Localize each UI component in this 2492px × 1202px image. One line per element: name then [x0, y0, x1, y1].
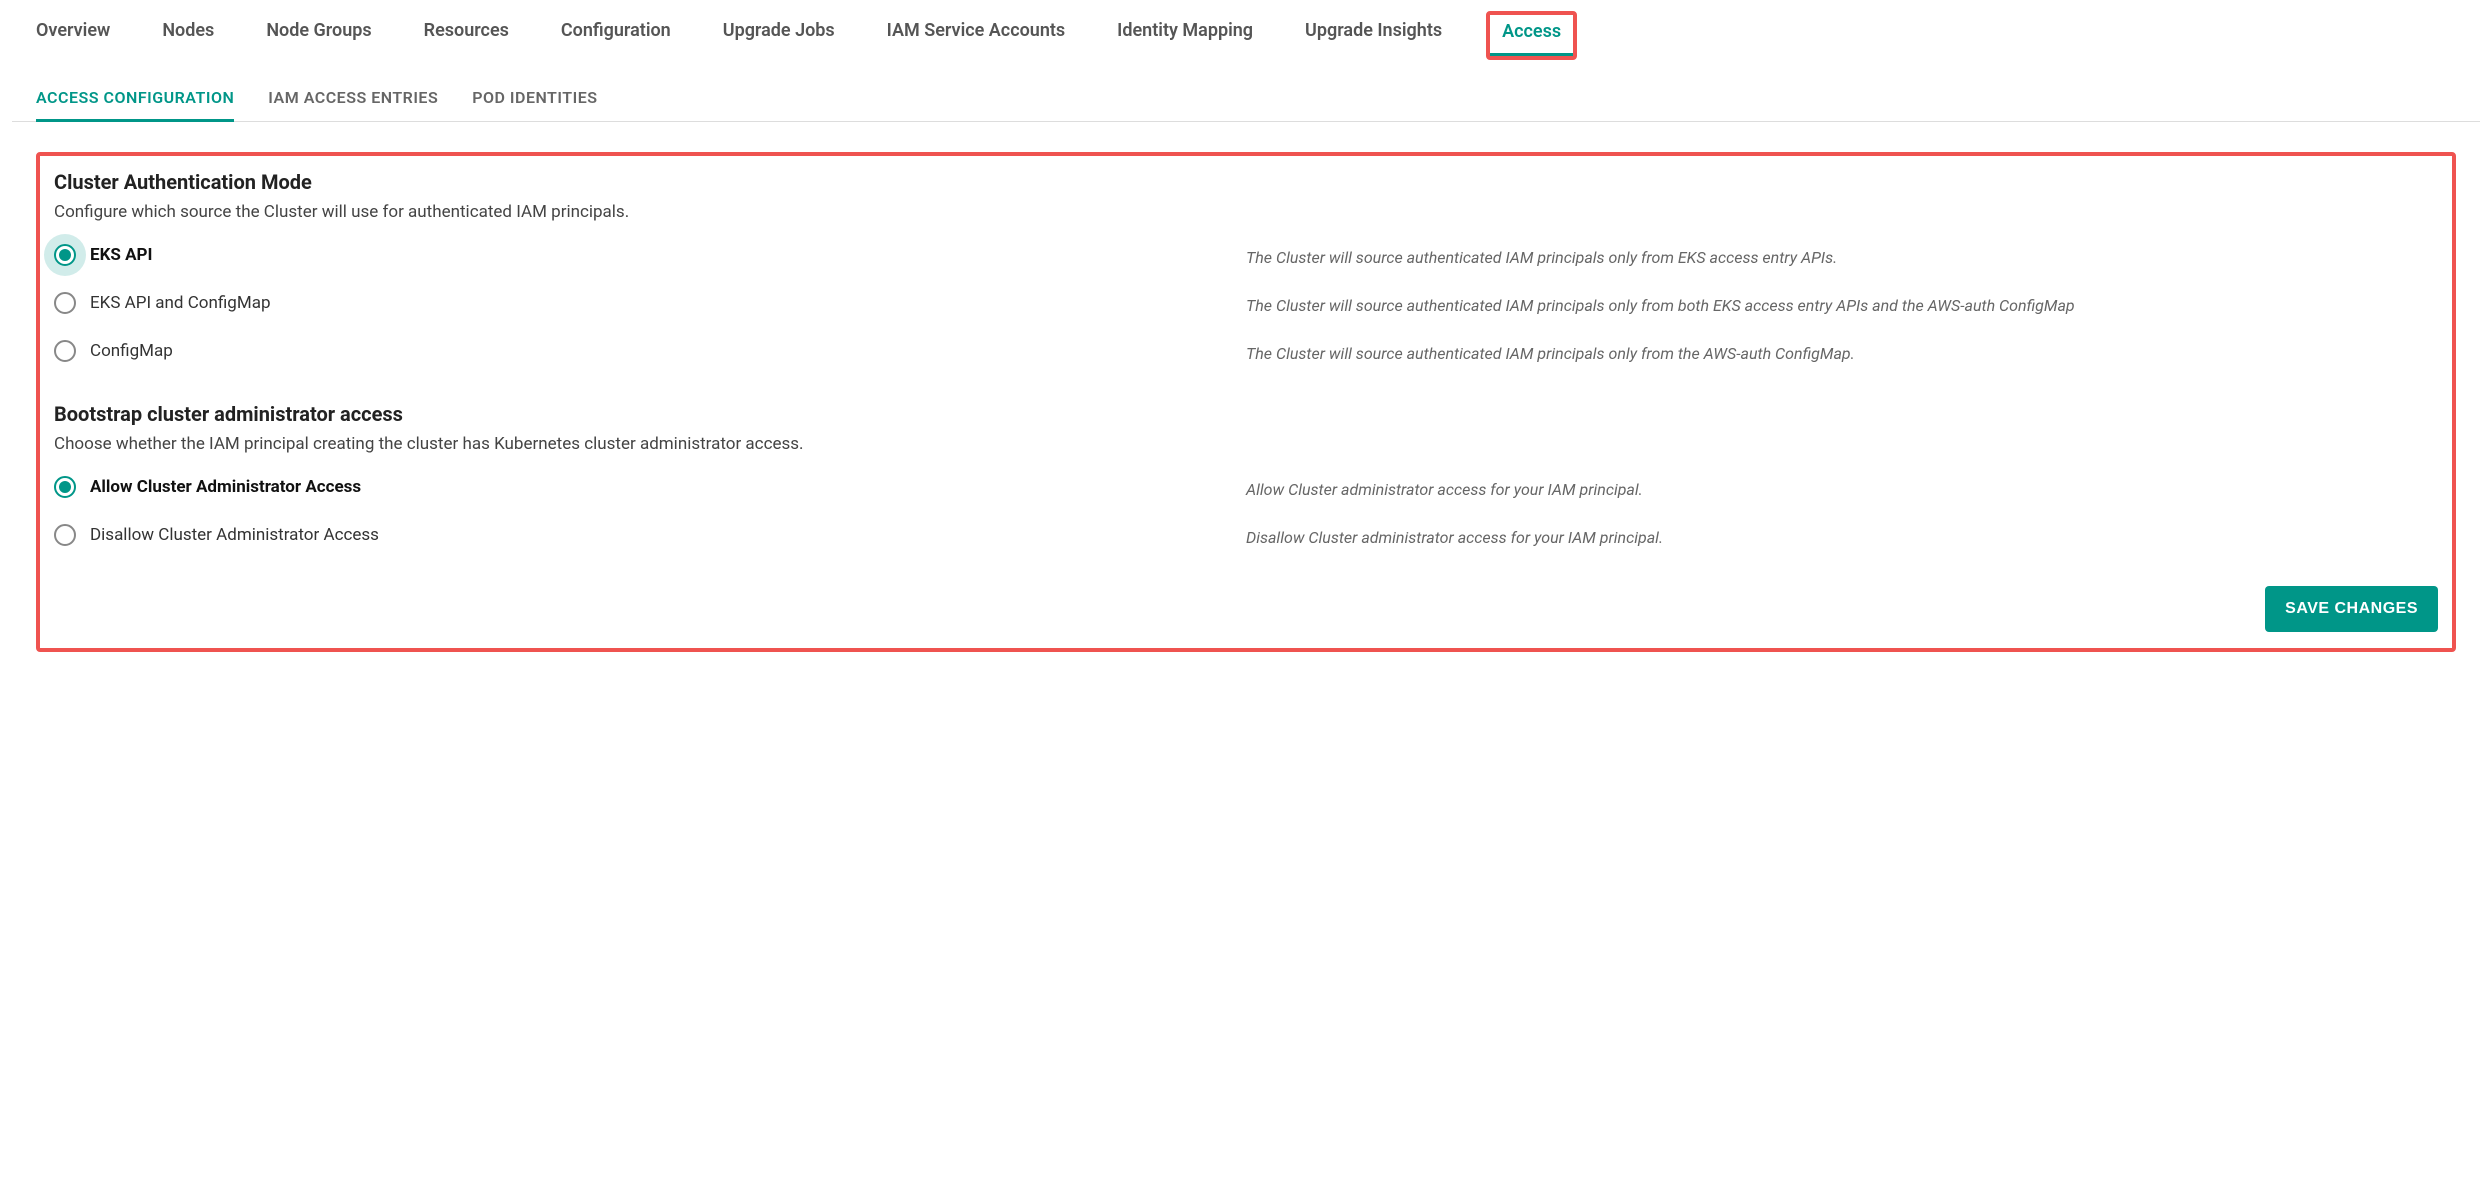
auth-mode-option-configmap[interactable]: ConfigMap The Cluster will source authen… [54, 340, 2438, 366]
radio-icon[interactable] [54, 476, 76, 498]
radio-label: Disallow Cluster Administrator Access [90, 525, 379, 545]
radio-label: Allow Cluster Administrator Access [90, 477, 361, 497]
auth-mode-title: Cluster Authentication Mode [54, 170, 2438, 194]
subtab-access-configuration[interactable]: ACCESS CONFIGURATION [36, 88, 234, 121]
bootstrap-title: Bootstrap cluster administrator access [54, 402, 2438, 426]
radio-icon[interactable] [54, 340, 76, 362]
tab-access[interactable]: Access [1486, 11, 1577, 60]
tab-iam-service-accounts[interactable]: IAM Service Accounts [879, 10, 1074, 59]
tab-upgrade-insights[interactable]: Upgrade Insights [1297, 10, 1450, 59]
save-row: SAVE CHANGES [54, 586, 2438, 632]
page-root: Overview Nodes Node Groups Resources Con… [0, 0, 2492, 652]
auth-mode-option-eks-api-configmap[interactable]: EKS API and ConfigMap The Cluster will s… [54, 292, 2438, 318]
tab-configuration[interactable]: Configuration [553, 10, 679, 59]
tab-nodes[interactable]: Nodes [154, 10, 222, 59]
bootstrap-option-allow[interactable]: Allow Cluster Administrator Access Allow… [54, 476, 2438, 502]
radio-hint: Allow Cluster administrator access for y… [1246, 476, 2438, 502]
bootstrap-description: Choose whether the IAM principal creatin… [54, 434, 2438, 454]
radio-label: EKS API and ConfigMap [90, 293, 270, 313]
auth-mode-description: Configure which source the Cluster will … [54, 202, 2438, 222]
tab-node-groups[interactable]: Node Groups [258, 10, 379, 59]
bootstrap-option-disallow[interactable]: Disallow Cluster Administrator Access Di… [54, 524, 2438, 550]
auth-mode-radio-group: EKS API The Cluster will source authenti… [54, 244, 2438, 366]
tab-resources[interactable]: Resources [416, 10, 517, 59]
tab-upgrade-jobs[interactable]: Upgrade Jobs [715, 10, 843, 59]
auth-mode-option-eks-api[interactable]: EKS API The Cluster will source authenti… [54, 244, 2438, 270]
radio-label: EKS API [90, 245, 152, 265]
radio-icon[interactable] [54, 244, 76, 266]
radio-icon[interactable] [54, 292, 76, 314]
radio-hint: The Cluster will source authenticated IA… [1246, 244, 2438, 270]
subtab-pod-identities[interactable]: POD IDENTITIES [472, 88, 597, 121]
save-changes-button[interactable]: SAVE CHANGES [2265, 586, 2438, 632]
subtab-iam-access-entries[interactable]: IAM ACCESS ENTRIES [268, 88, 438, 121]
sub-tab-bar: ACCESS CONFIGURATION IAM ACCESS ENTRIES … [12, 60, 2480, 122]
tab-overview[interactable]: Overview [28, 10, 118, 59]
radio-icon[interactable] [54, 524, 76, 546]
radio-label: ConfigMap [90, 341, 173, 361]
access-config-panel: Cluster Authentication Mode Configure wh… [36, 152, 2456, 652]
radio-hint: Disallow Cluster administrator access fo… [1246, 524, 2438, 550]
radio-hint: The Cluster will source authenticated IA… [1246, 292, 2438, 318]
top-tab-bar: Overview Nodes Node Groups Resources Con… [8, 0, 2484, 60]
bootstrap-radio-group: Allow Cluster Administrator Access Allow… [54, 476, 2438, 550]
radio-hint: The Cluster will source authenticated IA… [1246, 340, 2438, 366]
tab-identity-mapping[interactable]: Identity Mapping [1109, 10, 1261, 59]
